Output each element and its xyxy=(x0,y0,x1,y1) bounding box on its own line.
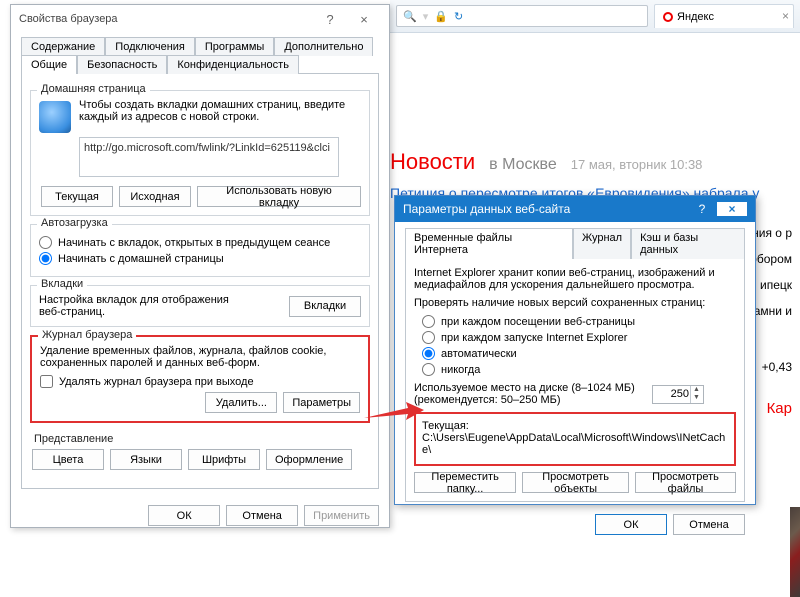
dialog-title: Свойства браузера xyxy=(19,13,313,25)
tab-history[interactable]: Журнал xyxy=(573,228,631,259)
current-path-value: C:\Users\Eugene\AppData\Local\Microsoft\… xyxy=(422,432,728,456)
tab-programs[interactable]: Программы xyxy=(195,37,274,56)
autostart-legend: Автозагрузка xyxy=(37,217,112,229)
dialog2-title: Параметры данных веб-сайта xyxy=(403,202,687,216)
radio-never[interactable]: никогда xyxy=(422,363,736,376)
use-default-button[interactable]: Исходная xyxy=(119,186,191,207)
dialog2-help-button[interactable]: ? xyxy=(687,202,717,216)
history-legend: Журнал браузера xyxy=(38,329,136,341)
homepage-group: Домашняя страница Чтобы создать вкладки … xyxy=(30,90,370,216)
side-maps-link[interactable]: Кар xyxy=(767,400,792,417)
tab-privacy[interactable]: Конфиденциальность xyxy=(167,55,299,74)
website-data-settings-dialog: Параметры данных веб-сайта ? × Временные… xyxy=(394,195,756,505)
dialog2-cancel-button[interactable]: Отмена xyxy=(673,514,745,535)
homepage-description: Чтобы создать вкладки домашних страниц, … xyxy=(79,99,361,123)
tabs-description: Настройка вкладок для отображения веб-ст… xyxy=(39,294,239,318)
check-versions-radios: при каждом посещении веб-страницы при ка… xyxy=(414,315,736,376)
help-button[interactable]: ? xyxy=(313,12,347,27)
use-current-button[interactable]: Текущая xyxy=(41,186,113,207)
languages-button[interactable]: Языки xyxy=(110,449,182,470)
news-heading[interactable]: Новости xyxy=(390,149,475,175)
dialog-cancel-button[interactable]: Отмена xyxy=(226,505,298,526)
history-description: Удаление временных файлов, журнала, файл… xyxy=(40,345,360,369)
news-city[interactable]: в Москве xyxy=(489,156,557,174)
radio-every-start[interactable]: при каждом запуске Internet Explorer xyxy=(422,331,736,344)
refresh-icon[interactable] xyxy=(454,10,463,23)
dialog2-close-button[interactable]: × xyxy=(717,202,747,216)
accessibility-button[interactable]: Оформление xyxy=(266,449,352,470)
autostart-group: Автозагрузка Начинать с вкладок, открыты… xyxy=(30,224,370,277)
page-content: Новости в Москве 17 мая, вторник 10:38 П… xyxy=(390,33,800,201)
home-icon xyxy=(39,101,71,133)
current-path-box: Текущая: C:\Users\Eugene\AppData\Local\M… xyxy=(414,412,736,466)
tab-connections[interactable]: Подключения xyxy=(105,37,195,56)
browsing-history-group: Журнал браузера Удаление временных файло… xyxy=(30,335,370,423)
homepage-url-input[interactable] xyxy=(79,137,339,177)
dialog-tabs-row1: Содержание Подключения Программы Дополни… xyxy=(21,37,379,56)
move-folder-button[interactable]: Переместить папку... xyxy=(414,472,516,493)
fonts-button[interactable]: Шрифты xyxy=(188,449,260,470)
internet-options-dialog: Свойства браузера ? × Содержание Подключ… xyxy=(10,4,390,528)
address-bar[interactable]: ▾ xyxy=(396,5,648,27)
view-files-button[interactable]: Просмотреть файлы xyxy=(635,472,736,493)
page-hero-image xyxy=(790,507,800,597)
yandex-logo-icon xyxy=(663,12,673,22)
tab-cache-db[interactable]: Кэш и базы данных xyxy=(631,228,745,259)
tab-title: Яндекс xyxy=(677,11,714,23)
radio-every-visit[interactable]: при каждом посещении веб-страницы xyxy=(422,315,736,328)
delete-on-exit-checkbox[interactable]: Удалять журнал браузера при выходе xyxy=(40,375,360,388)
tab-close-icon[interactable]: × xyxy=(782,9,789,23)
disk-space-spinner[interactable]: 250 ▲▼ xyxy=(652,385,704,404)
spinner-arrows-icon[interactable]: ▲▼ xyxy=(690,386,702,403)
close-button[interactable]: × xyxy=(347,12,381,27)
browser-toolbar: ▾ Яндекс × xyxy=(390,0,800,33)
colors-button[interactable]: Цвета xyxy=(32,449,104,470)
appearance-legend: Представление xyxy=(30,433,370,445)
tab-security[interactable]: Безопасность xyxy=(77,55,167,74)
history-delete-button[interactable]: Удалить... xyxy=(205,392,277,413)
tabs-legend: Вкладки xyxy=(37,278,87,290)
disk-space-label: Используемое место на диске (8–1024 МБ) … xyxy=(414,382,644,406)
tab-general[interactable]: Общие xyxy=(21,55,77,74)
current-path-label: Текущая: xyxy=(422,420,728,432)
browser-tab-yandex[interactable]: Яндекс × xyxy=(654,4,794,28)
tab-content[interactable]: Содержание xyxy=(21,37,105,56)
history-settings-button[interactable]: Параметры xyxy=(283,392,360,413)
lock-icon xyxy=(434,10,448,23)
autostart-option-homepage[interactable]: Начинать с домашней страницы xyxy=(39,252,361,265)
tabs-group: Вкладки Настройка вкладок для отображени… xyxy=(30,285,370,327)
temp-files-info: Internet Explorer хранит копии веб-стран… xyxy=(414,267,736,291)
dialog-tabs-row2: Общие Безопасность Конфиденциальность xyxy=(21,55,379,74)
view-objects-button[interactable]: Просмотреть объекты xyxy=(522,472,629,493)
search-icon xyxy=(403,10,417,23)
appearance-group: Представление Цвета Языки Шрифты Оформле… xyxy=(30,431,370,472)
autostart-option-last-session[interactable]: Начинать с вкладок, открытых в предыдуще… xyxy=(39,236,361,249)
dialog-titlebar[interactable]: Свойства браузера ? × xyxy=(11,5,389,33)
dialog-ok-button[interactable]: ОК xyxy=(148,505,220,526)
use-newtab-button[interactable]: Использовать новую вкладку xyxy=(197,186,361,207)
radio-auto[interactable]: автоматически xyxy=(422,347,736,360)
tab-advanced[interactable]: Дополнительно xyxy=(274,37,373,56)
dialog2-ok-button[interactable]: ОК xyxy=(595,514,667,535)
tab-temp-files[interactable]: Временные файлы Интернета xyxy=(405,228,573,259)
news-date: 17 мая, вторник 10:38 xyxy=(571,157,703,172)
dialog-apply-button[interactable]: Применить xyxy=(304,505,379,526)
homepage-legend: Домашняя страница xyxy=(37,83,150,95)
tabs-settings-button[interactable]: Вкладки xyxy=(289,296,361,317)
dialog2-titlebar[interactable]: Параметры данных веб-сайта ? × xyxy=(395,196,755,222)
check-versions-label: Проверять наличие новых версий сохраненн… xyxy=(414,297,736,309)
